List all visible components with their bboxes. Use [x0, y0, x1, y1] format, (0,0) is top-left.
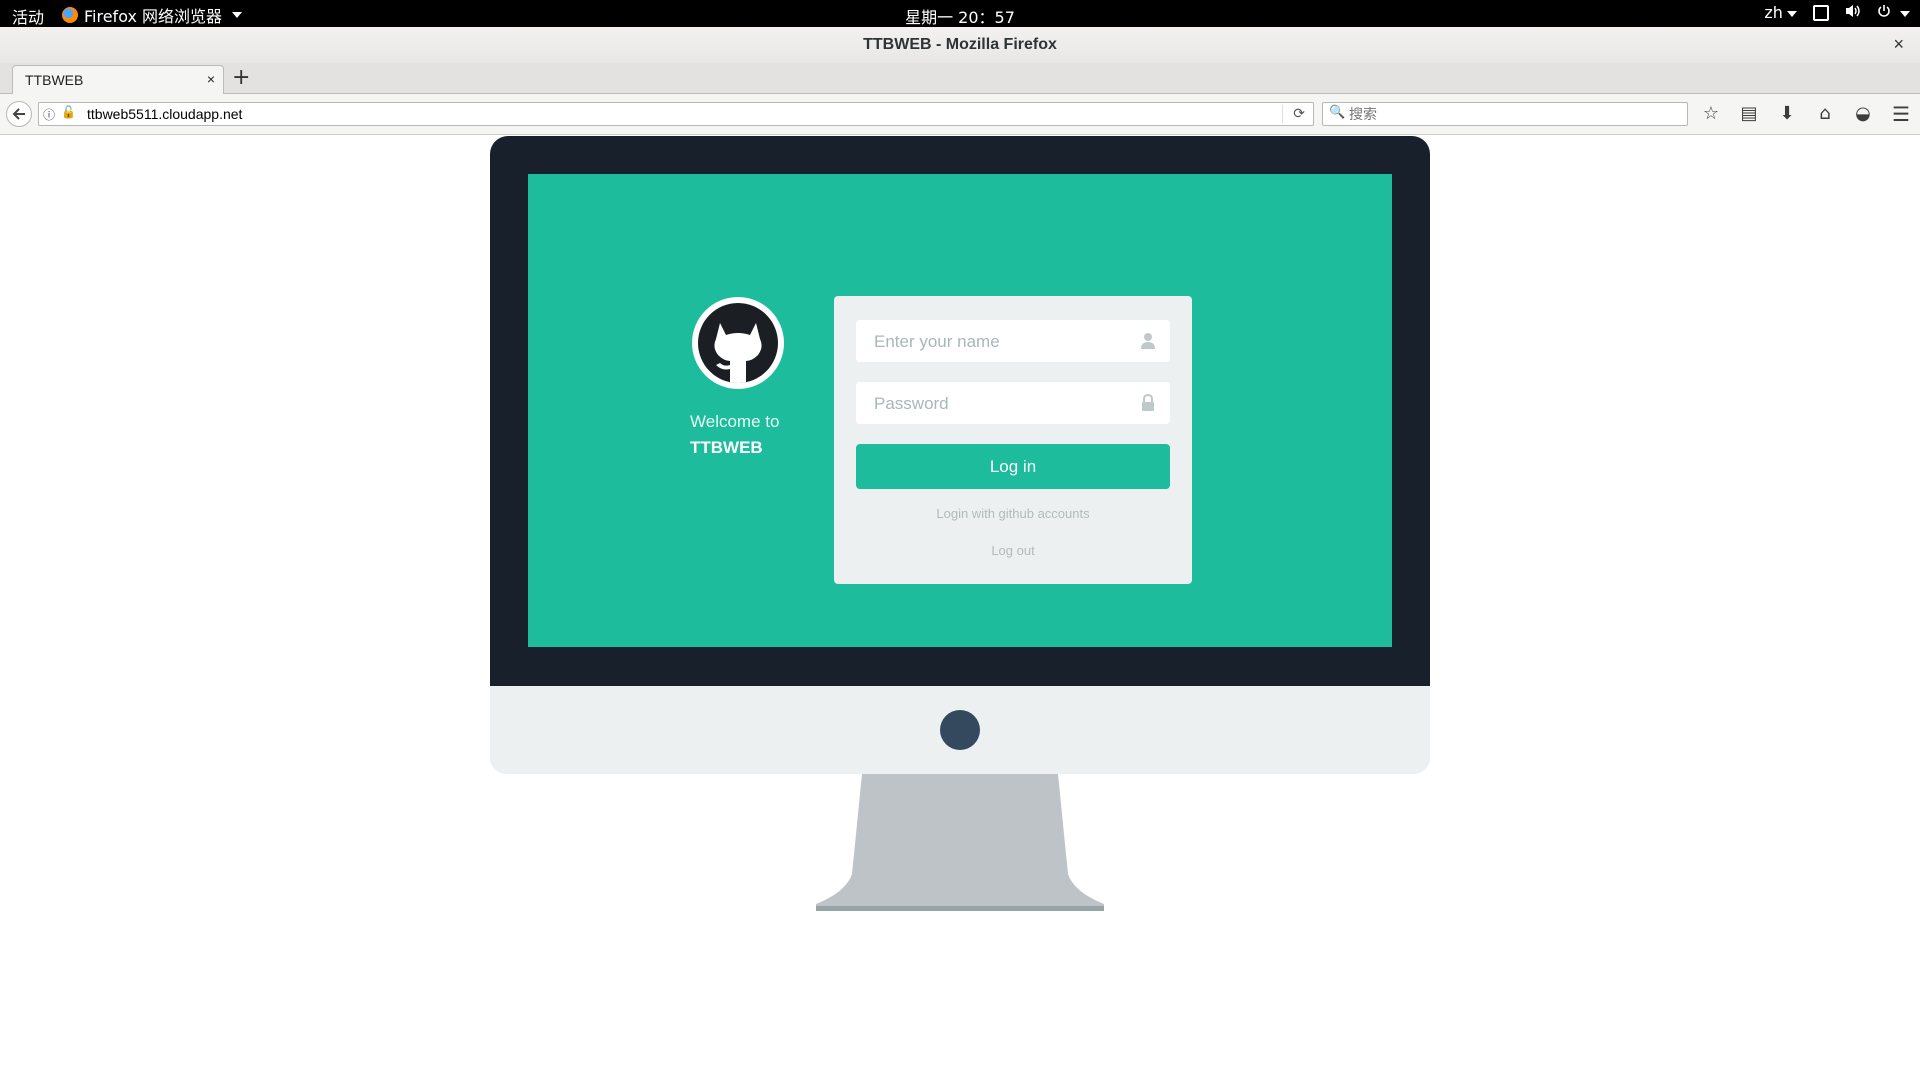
lock-icon [1142, 394, 1154, 411]
bookmark-star-icon[interactable]: ☆ [1700, 103, 1722, 124]
app-menu[interactable]: Firefox 网络浏览器 [62, 3, 243, 27]
chevron-down-icon [1786, 10, 1797, 17]
tab-ttbweb[interactable]: TTBWEB × [12, 65, 224, 94]
user-icon [1141, 333, 1155, 349]
login-card: Log in Login with github accounts Log ou… [834, 296, 1192, 584]
navigation-toolbar: ⓘ 🔓 ⟳ 🔍 ☆ ▤ ⬇ ⌂ ◒ ☰ [0, 94, 1920, 135]
search-input[interactable] [1347, 104, 1681, 124]
monitor-stand [816, 774, 1104, 911]
menu-icon[interactable]: ☰ [1892, 102, 1910, 126]
url-bar[interactable]: ⓘ 🔓 ⟳ [38, 102, 1314, 126]
download-icon[interactable]: ⬇ [1776, 103, 1798, 124]
bookmarks-list-icon[interactable]: ▤ [1738, 103, 1760, 124]
home-icon[interactable]: ⌂ [1814, 103, 1836, 124]
monitor-button [940, 710, 980, 750]
window-close-button[interactable]: × [1893, 34, 1904, 55]
pocket-icon[interactable]: ◒ [1852, 103, 1874, 124]
insecure-lock-icon[interactable]: 🔓 [61, 105, 76, 119]
window-icon[interactable] [1812, 4, 1829, 21]
window-titlebar: TTBWEB - Mozilla Firefox × [0, 27, 1920, 64]
arrow-left-icon [12, 108, 25, 120]
monitor-chin [490, 686, 1430, 774]
github-avatar [692, 297, 784, 389]
clock[interactable]: 星期一 20：57 [905, 8, 1015, 27]
welcome-text: Welcome to [690, 412, 780, 431]
tab-strip: TTBWEB × + [0, 63, 1920, 94]
system-top-bar: 活动 Firefox 网络浏览器 星期一 20：57 zh [0, 0, 1920, 27]
password-field[interactable] [856, 382, 1170, 426]
new-tab-button[interactable]: + [232, 65, 250, 90]
logout-link[interactable]: Log out [834, 543, 1192, 558]
github-login-link[interactable]: Login with github accounts [834, 506, 1192, 521]
password-input[interactable] [872, 382, 1136, 426]
language-label: zh [1764, 3, 1783, 22]
volume-icon[interactable] [1845, 3, 1861, 22]
chevron-down-icon [232, 12, 243, 18]
name-field[interactable] [856, 320, 1170, 364]
back-button[interactable] [6, 101, 32, 127]
tab-label: TTBWEB [25, 72, 84, 88]
language-menu[interactable]: zh [1764, 3, 1797, 22]
activities-button[interactable]: 活动 [12, 4, 44, 28]
name-input[interactable] [872, 320, 1136, 364]
tab-close-button[interactable]: × [207, 71, 215, 87]
url-separator [1282, 105, 1283, 123]
url-input[interactable] [85, 104, 1239, 124]
info-icon[interactable]: ⓘ [43, 106, 55, 123]
power-menu[interactable] [1877, 3, 1910, 22]
search-icon: 🔍 [1329, 105, 1346, 120]
window-title: TTBWEB - Mozilla Firefox [863, 36, 1057, 53]
search-bar[interactable]: 🔍 [1322, 102, 1688, 126]
site-name: TTBWEB [690, 438, 763, 457]
app-menu-label: Firefox 网络浏览器 [84, 7, 223, 26]
github-octocat-icon [714, 323, 762, 383]
login-button[interactable]: Log in [856, 444, 1170, 489]
chevron-down-icon [1900, 10, 1910, 17]
reload-icon[interactable]: ⟳ [1293, 105, 1305, 122]
firefox-icon [62, 7, 78, 23]
power-icon [1878, 5, 1890, 17]
